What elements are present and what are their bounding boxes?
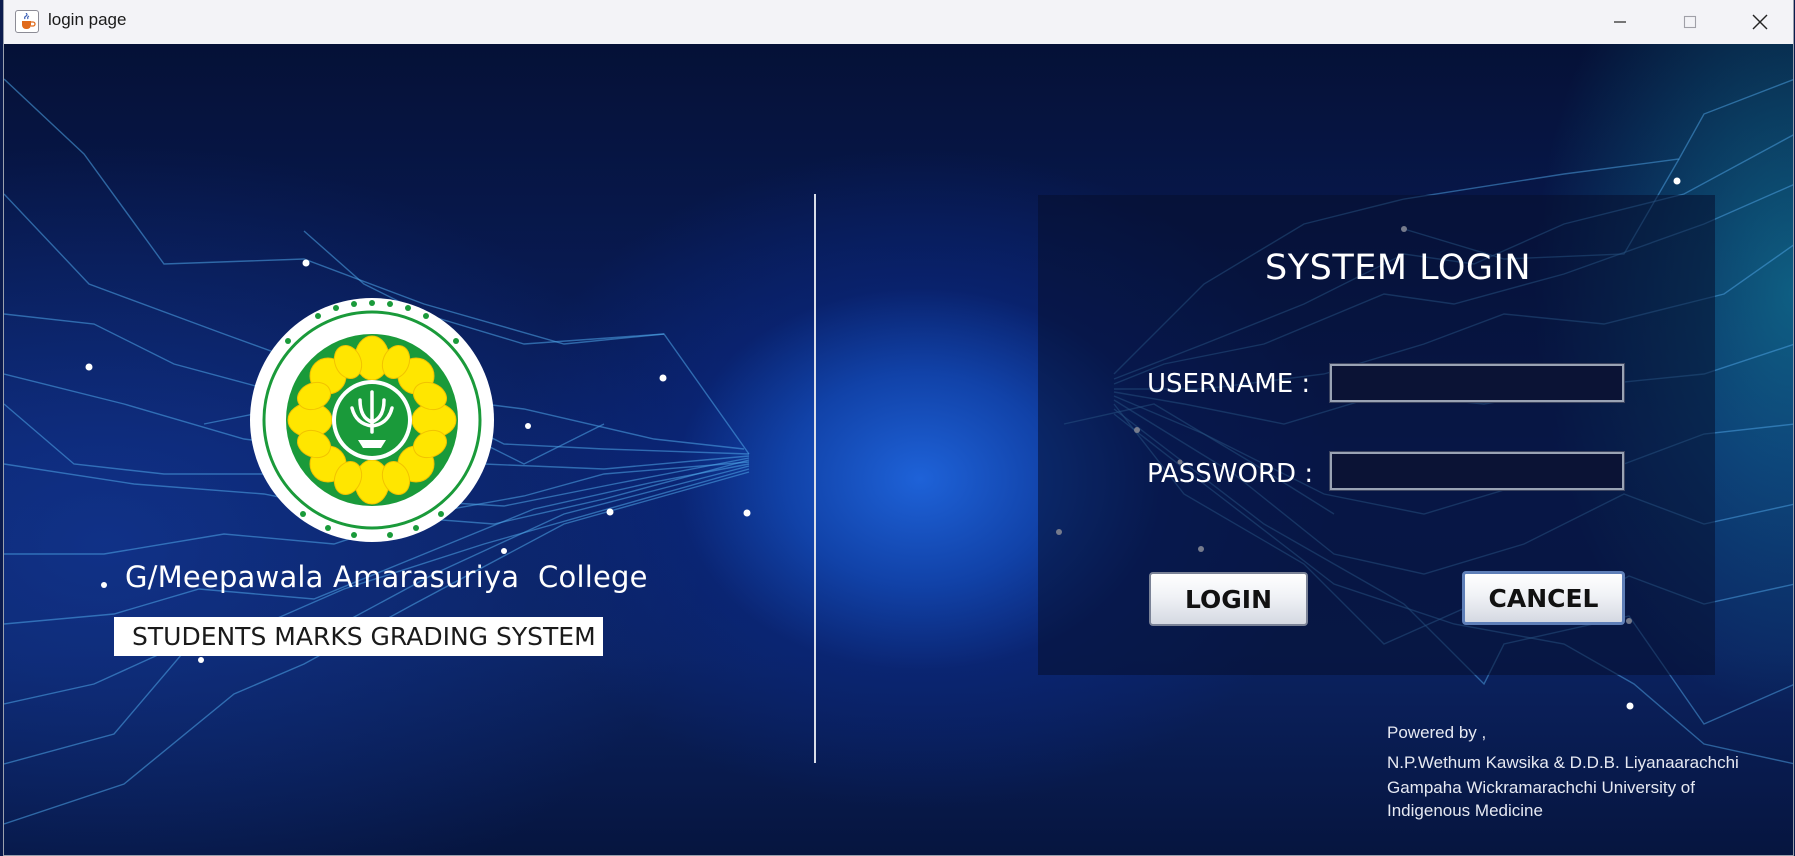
close-icon xyxy=(1752,14,1768,30)
minimize-button[interactable] xyxy=(1585,0,1655,44)
login-content: G/Meepawala Amarasuriya College STUDENTS… xyxy=(4,44,1793,855)
authors-credit: N.P.Wethum Kawsika & D.D.B. Liyanaarachc… xyxy=(1387,753,1739,772)
powered-by-label: Powered by , xyxy=(1387,723,1487,742)
username-label: USERNAME : xyxy=(1147,369,1311,399)
college-crest-logo xyxy=(250,298,494,542)
cancel-button[interactable]: CANCEL xyxy=(1462,571,1625,625)
university-line-2: Indigenous Medicine xyxy=(1387,801,1543,820)
close-button[interactable] xyxy=(1725,0,1793,44)
system-name: STUDENTS MARKS GRADING SYSTEM xyxy=(132,622,596,651)
system-name-badge: STUDENTS MARKS GRADING SYSTEM xyxy=(114,617,603,656)
java-cup-icon xyxy=(15,10,39,33)
minimize-icon xyxy=(1614,21,1626,23)
login-title: SYSTEM LOGIN xyxy=(1265,248,1532,288)
password-label: PASSWORD : xyxy=(1147,459,1314,489)
college-name: G/Meepawala Amarasuriya College xyxy=(125,560,648,594)
maximize-icon xyxy=(1683,15,1697,29)
username-input[interactable] xyxy=(1329,363,1625,403)
university-line-1: Gampaha Wickramarachchi University of xyxy=(1387,778,1695,797)
maximize-button[interactable] xyxy=(1655,0,1725,44)
password-input[interactable] xyxy=(1329,451,1625,491)
window-title: login page xyxy=(48,10,127,29)
title-bar[interactable]: login page xyxy=(4,0,1793,45)
vertical-divider xyxy=(814,194,816,763)
login-button[interactable]: LOGIN xyxy=(1149,572,1308,626)
login-window: login page G/Meepawala Amarasuriya Colle… xyxy=(3,0,1794,856)
